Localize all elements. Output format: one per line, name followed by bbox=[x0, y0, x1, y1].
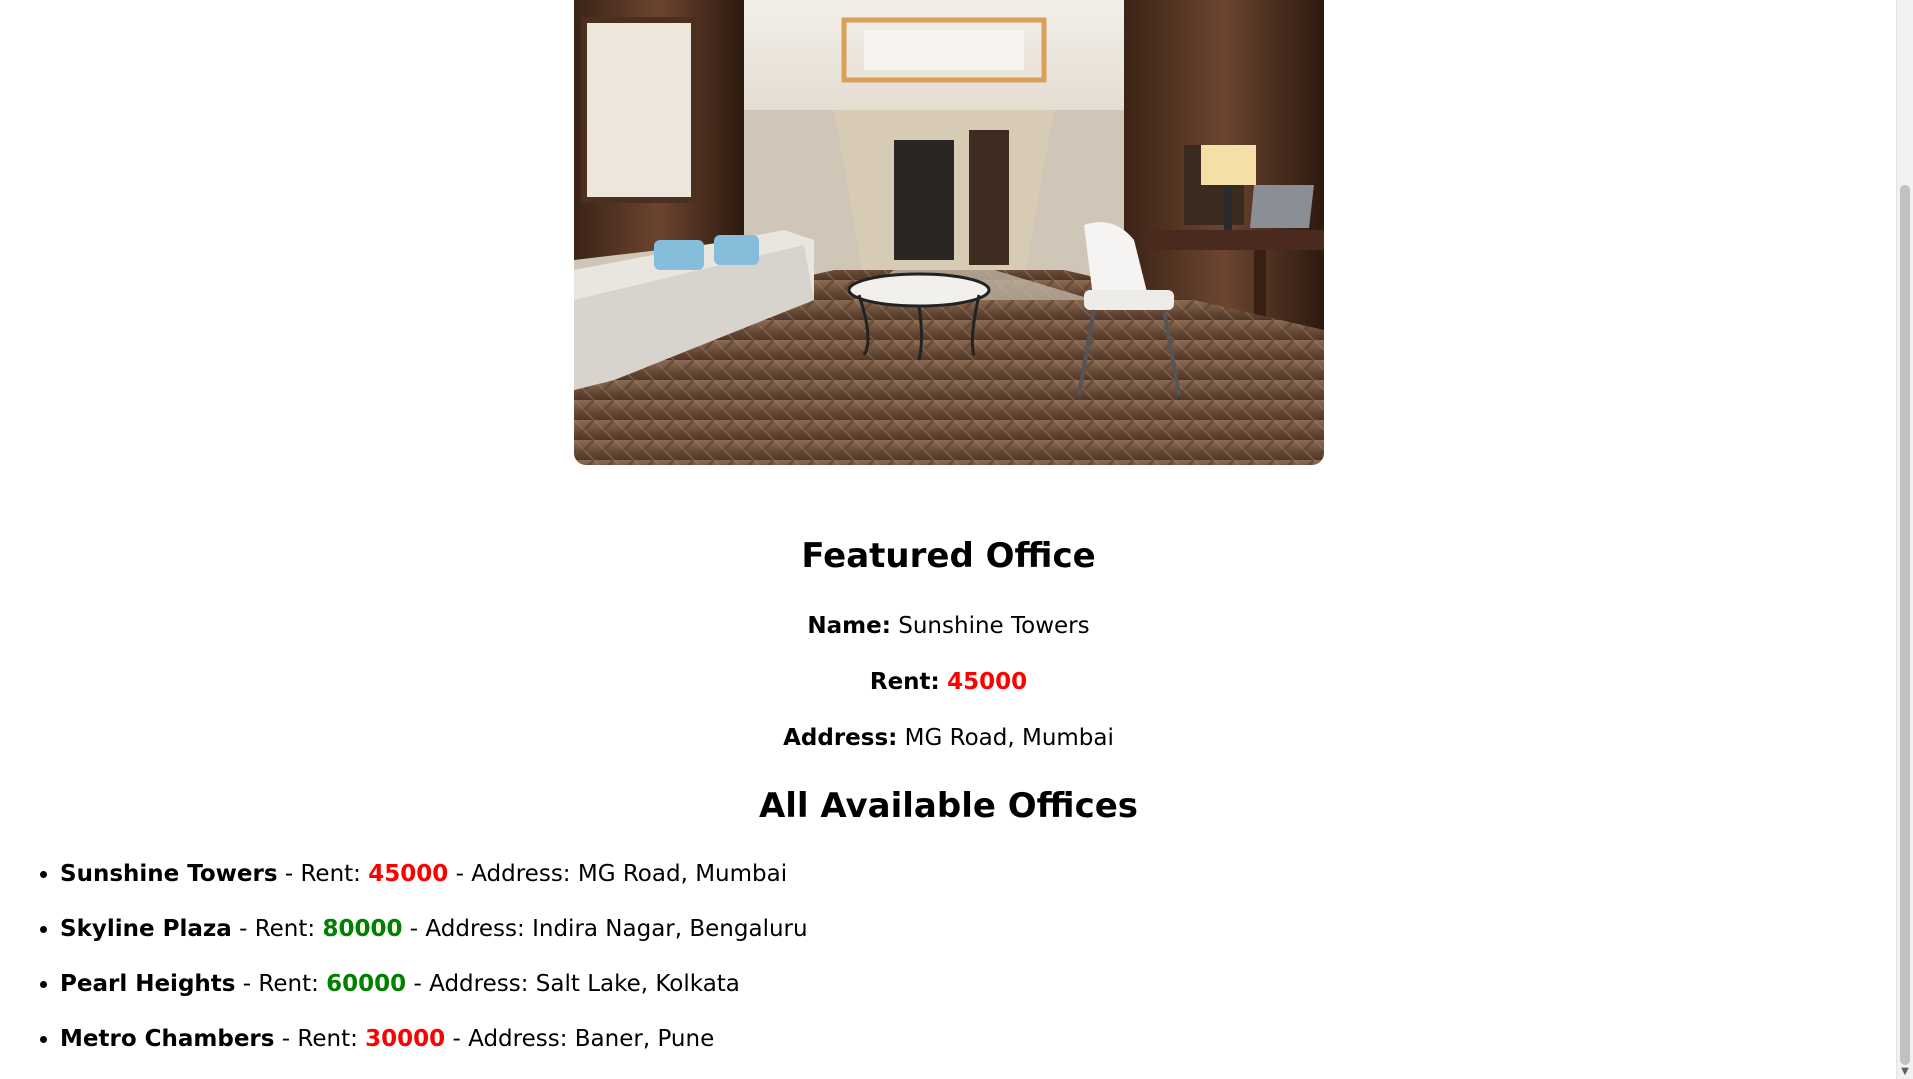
featured-address-value: MG Road, Mumbai bbox=[904, 725, 1114, 751]
scrollbar-thumb[interactable] bbox=[1900, 185, 1910, 1065]
office-name: Sunshine Towers bbox=[60, 861, 278, 887]
office-name: Pearl Heights bbox=[60, 971, 236, 997]
office-rent: 80000 bbox=[322, 916, 403, 942]
featured-office-image bbox=[574, 0, 1324, 465]
featured-name-label: Name: bbox=[807, 613, 891, 639]
featured-name-line: Name: Sunshine Towers bbox=[0, 611, 1897, 641]
all-offices-heading: All Available Offices bbox=[758, 786, 1139, 826]
rent-prefix: Rent: bbox=[258, 971, 319, 997]
office-rent: 30000 bbox=[365, 1026, 446, 1052]
list-item: Metro Chambers - Rent: 30000 - Address: … bbox=[60, 1024, 808, 1054]
address-prefix: Address: bbox=[425, 916, 525, 942]
office-name: Metro Chambers bbox=[60, 1026, 275, 1052]
office-rent: 45000 bbox=[368, 861, 449, 887]
list-item: Skyline Plaza - Rent: 80000 - Address: I… bbox=[60, 914, 808, 944]
featured-rent-value: 45000 bbox=[947, 669, 1028, 695]
featured-address-line: Address: MG Road, Mumbai bbox=[0, 723, 1897, 753]
vertical-scrollbar[interactable]: ▼ bbox=[1896, 0, 1913, 1079]
office-rent: 60000 bbox=[326, 971, 407, 997]
chevron-down-icon[interactable]: ▼ bbox=[1900, 1067, 1910, 1077]
featured-office-heading: Featured Office bbox=[801, 536, 1096, 576]
page-viewport: Featured Office Name: Sunshine Towers Re… bbox=[0, 0, 1897, 1079]
office-address: MG Road, Mumbai bbox=[577, 861, 788, 887]
office-address: Baner, Pune bbox=[574, 1026, 715, 1052]
office-address: Salt Lake, Kolkata bbox=[535, 971, 740, 997]
office-list: Sunshine Towers - Rent: 45000 - Address:… bbox=[0, 859, 808, 1079]
list-item: Pearl Heights - Rent: 60000 - Address: S… bbox=[60, 969, 808, 999]
office-name: Skyline Plaza bbox=[60, 916, 232, 942]
office-address: Indira Nagar, Bengaluru bbox=[532, 916, 808, 942]
featured-rent-line: Rent: 45000 bbox=[0, 667, 1897, 697]
address-prefix: Address: bbox=[468, 1026, 568, 1052]
featured-name-value: Sunshine Towers bbox=[898, 613, 1090, 639]
address-prefix: Address: bbox=[429, 971, 529, 997]
rent-prefix: Rent: bbox=[300, 861, 361, 887]
list-item: Sunshine Towers - Rent: 45000 - Address:… bbox=[60, 859, 808, 889]
rent-prefix: Rent: bbox=[297, 1026, 358, 1052]
rent-prefix: Rent: bbox=[254, 916, 316, 942]
address-prefix: Address: bbox=[471, 861, 571, 887]
featured-rent-label: Rent: bbox=[869, 669, 940, 695]
featured-address-label: Address: bbox=[783, 725, 898, 751]
